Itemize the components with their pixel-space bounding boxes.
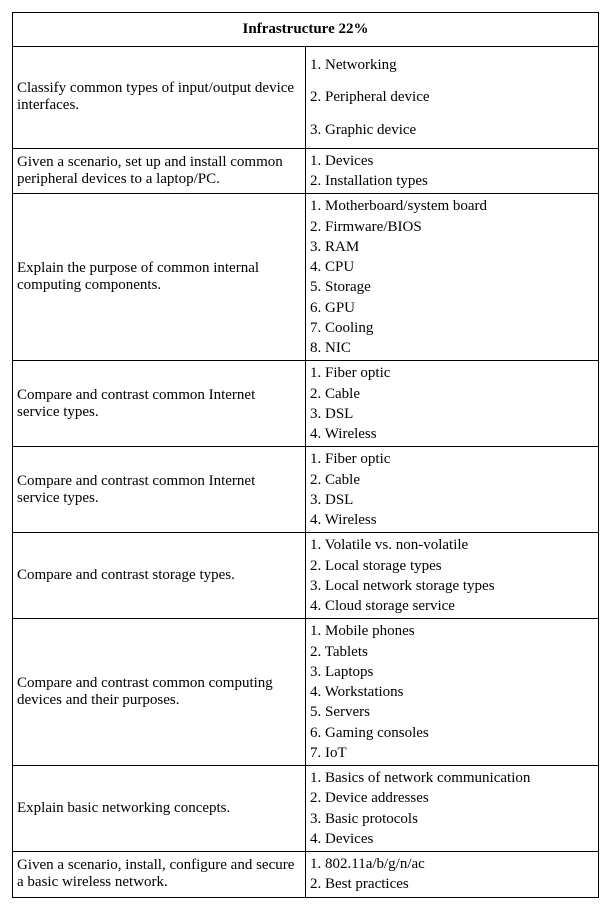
list-item: 2. Firmware/BIOS [310, 217, 594, 237]
list-item: 4. CPU [310, 257, 594, 277]
list-item: 3. DSL [310, 490, 594, 510]
list-item: 1. 802.11a/b/g/n/ac [310, 854, 594, 874]
list-item: 4. Workstations [310, 682, 594, 702]
list-item: 1. Basics of network communication [310, 768, 594, 788]
list-item: 4. Wireless [310, 510, 594, 530]
items-cell: 1. Networking2. Peripheral device3. Grap… [306, 47, 599, 149]
list-item: 1. Volatile vs. non-volatile [310, 535, 594, 555]
table-row: Compare and contrast common Internet ser… [13, 447, 599, 533]
table-row: Given a scenario, set up and install com… [13, 148, 599, 194]
list-item: 7. IoT [310, 743, 594, 763]
list-item: 2. Device addresses [310, 788, 594, 808]
topic-cell: Explain basic networking concepts. [13, 766, 306, 852]
list-item: 2. Peripheral device [310, 81, 594, 113]
list-item: 6. GPU [310, 298, 594, 318]
list-item: 1. Fiber optic [310, 449, 594, 469]
list-item: 2. Cable [310, 470, 594, 490]
list-item: 6. Gaming consoles [310, 723, 594, 743]
topic-cell: Explain the purpose of common internal c… [13, 194, 306, 361]
list-item: 1. Networking [310, 49, 594, 81]
table-row: Explain the purpose of common internal c… [13, 194, 599, 361]
topic-cell: Given a scenario, install, configure and… [13, 852, 306, 898]
table-row: Given a scenario, install, configure and… [13, 852, 599, 898]
list-item: 2. Cable [310, 384, 594, 404]
list-item: 2. Tablets [310, 642, 594, 662]
items-cell: 1. Fiber optic2. Cable3. DSL4. Wireless [306, 361, 599, 447]
topic-cell: Given a scenario, set up and install com… [13, 148, 306, 194]
list-item: 1. Devices [310, 151, 594, 171]
list-item: 5. Storage [310, 277, 594, 297]
list-item: 3. Basic protocols [310, 809, 594, 829]
items-cell: 1. Basics of network communication2. Dev… [306, 766, 599, 852]
items-cell: 1. Motherboard/system board2. Firmware/B… [306, 194, 599, 361]
table-row: Explain basic networking concepts.1. Bas… [13, 766, 599, 852]
topic-cell: Classify common types of input/output de… [13, 47, 306, 149]
list-item: 3. Laptops [310, 662, 594, 682]
items-cell: 1. Mobile phones2. Tablets3. Laptops4. W… [306, 619, 599, 766]
list-item: 2. Installation types [310, 171, 594, 191]
list-item: 4. Wireless [310, 424, 594, 444]
topic-cell: Compare and contrast common Internet ser… [13, 361, 306, 447]
list-item: 5. Servers [310, 702, 594, 722]
list-item: 2. Local storage types [310, 556, 594, 576]
items-cell: 1. Fiber optic2. Cable3. DSL4. Wireless [306, 447, 599, 533]
topic-cell: Compare and contrast common Internet ser… [13, 447, 306, 533]
table-row: Compare and contrast common computing de… [13, 619, 599, 766]
list-item: 1. Motherboard/system board [310, 196, 594, 216]
list-item: 3. RAM [310, 237, 594, 257]
list-item: 4. Devices [310, 829, 594, 849]
table-row: Compare and contrast common Internet ser… [13, 361, 599, 447]
topic-cell: Compare and contrast storage types. [13, 533, 306, 619]
list-item: 1. Fiber optic [310, 363, 594, 383]
list-item: 3. Graphic device [310, 114, 594, 146]
infrastructure-table: Infrastructure 22% Classify common types… [12, 12, 599, 898]
table-body: Classify common types of input/output de… [13, 47, 599, 898]
list-item: 3. DSL [310, 404, 594, 424]
table-row: Compare and contrast storage types.1. Vo… [13, 533, 599, 619]
list-item: 1. Mobile phones [310, 621, 594, 641]
list-item: 7. Cooling [310, 318, 594, 338]
items-cell: 1. Devices2. Installation types [306, 148, 599, 194]
list-item: 8. NIC [310, 338, 594, 358]
items-cell: 1. 802.11a/b/g/n/ac2. Best practices [306, 852, 599, 898]
list-item: 3. Local network storage types [310, 576, 594, 596]
topic-cell: Compare and contrast common computing de… [13, 619, 306, 766]
list-item: 2. Best practices [310, 874, 594, 894]
list-item: 4. Cloud storage service [310, 596, 594, 616]
table-title: Infrastructure 22% [13, 13, 599, 47]
table-row: Classify common types of input/output de… [13, 47, 599, 149]
items-cell: 1. Volatile vs. non-volatile2. Local sto… [306, 533, 599, 619]
